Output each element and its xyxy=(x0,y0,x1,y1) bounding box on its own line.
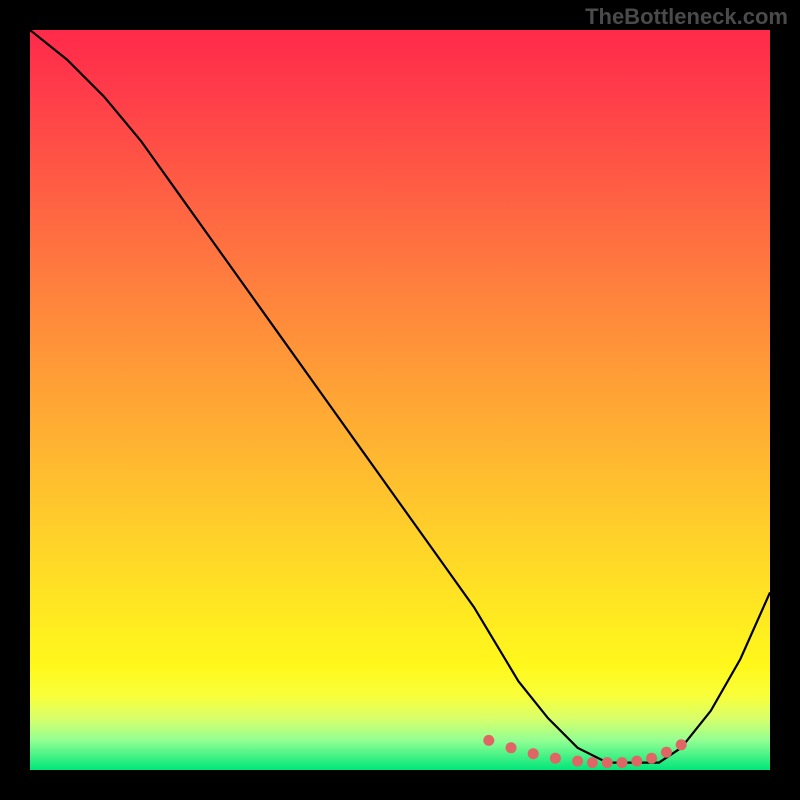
highlight-dot xyxy=(528,748,539,759)
highlight-dot xyxy=(631,756,642,767)
highlight-dot xyxy=(587,757,598,768)
chart-container: TheBottleneck.com xyxy=(0,0,800,800)
highlight-dot xyxy=(602,757,613,768)
highlight-dot xyxy=(646,753,657,764)
watermark-text: TheBottleneck.com xyxy=(585,4,788,30)
plot-area xyxy=(30,30,770,770)
chart-svg xyxy=(30,30,770,770)
highlight-dot xyxy=(550,753,561,764)
highlight-dot xyxy=(617,757,628,768)
highlight-dot xyxy=(661,747,672,758)
highlight-dot xyxy=(483,735,494,746)
highlight-dot xyxy=(506,742,517,753)
main-curve-path xyxy=(30,30,770,763)
highlight-dot xyxy=(572,756,583,767)
highlight-dot xyxy=(676,739,687,750)
